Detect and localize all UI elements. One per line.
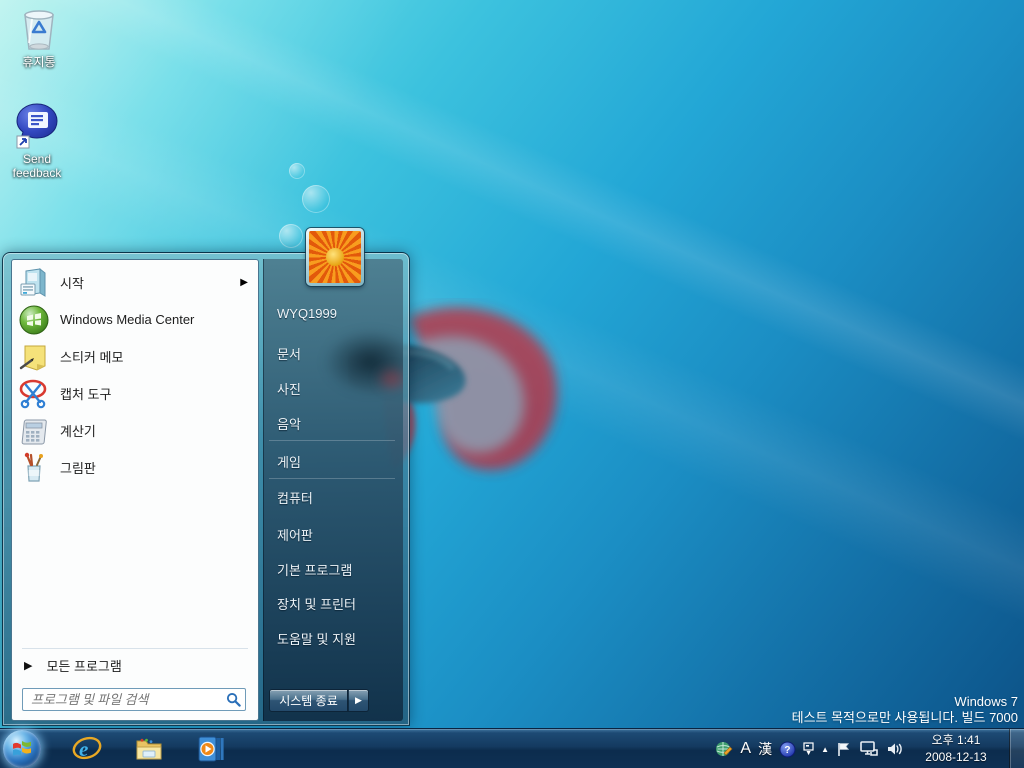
user-picture-flower (309, 231, 361, 283)
snipping-tool-icon (19, 379, 47, 408)
start-menu-item-label: 스티커 메모 (60, 350, 124, 365)
ime-input-mode-indicator[interactable]: A (740, 740, 751, 758)
action-center-flag-icon[interactable] (836, 741, 852, 757)
watermark-line2: 테스트 목적으로만 사용됩니다. 빌드 7000 (791, 710, 1018, 725)
folder-icon (136, 738, 162, 760)
ime-toolbar-icon[interactable]: ▼ (803, 741, 814, 757)
shutdown-controls: 시스템 종료 ▶ (269, 689, 369, 712)
desktop: 휴지통 Send feedback Windows 7 테스트 목적으로만 사용… (0, 0, 1024, 768)
sticky-notes-icon (19, 345, 46, 371)
taskbar: e A 漢 ? ▼ ▲ 오후 1:41 2008-12-13 (0, 728, 1024, 768)
internet-explorer-icon: e (72, 736, 102, 761)
all-programs-button[interactable]: ▶ 모든 프로그램 (14, 652, 256, 678)
network-icon[interactable] (859, 741, 879, 757)
search-icon[interactable] (226, 692, 241, 707)
start-menu-item-media-center[interactable]: Windows Media Center (14, 301, 256, 338)
start-menu-item-label: 계산기 (60, 424, 96, 439)
clock-date: 2008-12-13 (925, 750, 987, 764)
shutdown-button[interactable]: 시스템 종료 (269, 689, 348, 712)
user-name[interactable]: WYQ1999 (263, 301, 403, 325)
volume-icon[interactable] (886, 741, 904, 757)
clock-time: 오후 1:41 (931, 733, 981, 747)
send-feedback-icon (16, 103, 58, 149)
start-menu-item-label: 시작 (60, 276, 84, 291)
desktop-icon-label: Send feedback (12, 152, 62, 180)
user-picture-tile[interactable] (306, 228, 364, 286)
start-menu-item-snipping-tool[interactable]: 캡처 도구 (14, 375, 256, 412)
system-tray: A 漢 ? ▼ ▲ (715, 729, 904, 768)
windows-flag-icon (13, 741, 31, 756)
all-programs-divider (22, 648, 248, 649)
submenu-arrow-icon: ▶ (240, 277, 248, 288)
start-menu-item-label: Windows Media Center (60, 312, 195, 327)
start-menu-item-label: 그림판 (60, 461, 96, 476)
start-menu-left-panel: 시작 ▶ Windows Media Center 스티커 메모 캡처 도구 계… (11, 259, 259, 721)
wallpaper-bubble (279, 224, 303, 248)
build-watermark: Windows 7 테스트 목적으로만 사용됩니다. 빌드 7000 (792, 694, 1018, 726)
ime-help-icon[interactable]: ? (779, 741, 796, 758)
ime-language-icon[interactable] (715, 740, 733, 758)
start-menu-item-label: 캡처 도구 (60, 387, 112, 402)
watermark-line1: Windows 7 (954, 694, 1018, 709)
all-programs-arrow-icon: ▶ (24, 659, 33, 672)
start-menu-link-pictures[interactable]: 사진 (263, 376, 403, 400)
ime-hanja-indicator[interactable]: 漢 (758, 739, 772, 759)
search-box (22, 688, 246, 711)
start-menu-link-devices-printers[interactable]: 장치 및 프린터 (263, 591, 403, 615)
taskbar-button-media-player[interactable] (192, 731, 230, 767)
getting-started-icon (20, 267, 46, 297)
wallpaper-bubble (289, 163, 305, 179)
taskbar-button-internet-explorer[interactable]: e (68, 731, 106, 767)
desktop-icon-recycle-bin[interactable]: 휴지통 (6, 5, 72, 69)
right-panel-separator (269, 440, 395, 441)
recycle-bin-icon (24, 10, 54, 50)
start-menu-link-computer[interactable]: 컴퓨터 (263, 485, 403, 509)
wallpaper-bubble (302, 185, 330, 213)
start-menu-link-games[interactable]: 게임 (263, 449, 403, 473)
taskbar-button-windows-explorer[interactable] (130, 731, 168, 767)
show-desktop-button[interactable] (1009, 729, 1024, 768)
start-menu-item-getting-started[interactable]: 시작 ▶ (14, 264, 256, 301)
start-menu-right-panel: WYQ1999 문서 사진 음악 게임 컴퓨터 제어판 기본 프로그램 장치 및… (263, 259, 403, 721)
calculator-icon (21, 419, 47, 444)
start-menu-item-paint[interactable]: 그림판 (14, 449, 256, 486)
start-menu-link-music[interactable]: 음악 (263, 411, 403, 435)
start-button[interactable] (3, 730, 41, 768)
start-menu-link-control-panel[interactable]: 제어판 (263, 522, 403, 546)
start-menu-item-sticky-notes[interactable]: 스티커 메모 (14, 338, 256, 375)
svg-text:e: e (79, 737, 88, 761)
start-menu-link-default-programs[interactable]: 기본 프로그램 (263, 557, 403, 581)
show-hidden-icons-button[interactable]: ▲ (821, 745, 829, 754)
start-menu-link-documents[interactable]: 문서 (263, 341, 403, 365)
media-center-icon (19, 305, 49, 334)
start-menu-item-calculator[interactable]: 계산기 (14, 412, 256, 449)
search-input[interactable] (22, 688, 246, 711)
all-programs-label: 모든 프로그램 (46, 658, 122, 674)
right-panel-separator (269, 478, 395, 479)
svg-text:?: ? (784, 745, 790, 756)
desktop-icon-send-feedback[interactable]: Send feedback (4, 102, 70, 180)
start-menu: 시작 ▶ Windows Media Center 스티커 메모 캡처 도구 계… (2, 252, 410, 726)
paint-icon (24, 452, 43, 482)
media-player-icon (198, 736, 224, 762)
tray-clock[interactable]: 오후 1:41 2008-12-13 (908, 732, 1004, 766)
shutdown-options-arrow[interactable]: ▶ (348, 689, 369, 712)
desktop-icon-label: 휴지통 (22, 55, 56, 69)
start-menu-link-help-support[interactable]: 도움말 및 지원 (263, 626, 403, 650)
